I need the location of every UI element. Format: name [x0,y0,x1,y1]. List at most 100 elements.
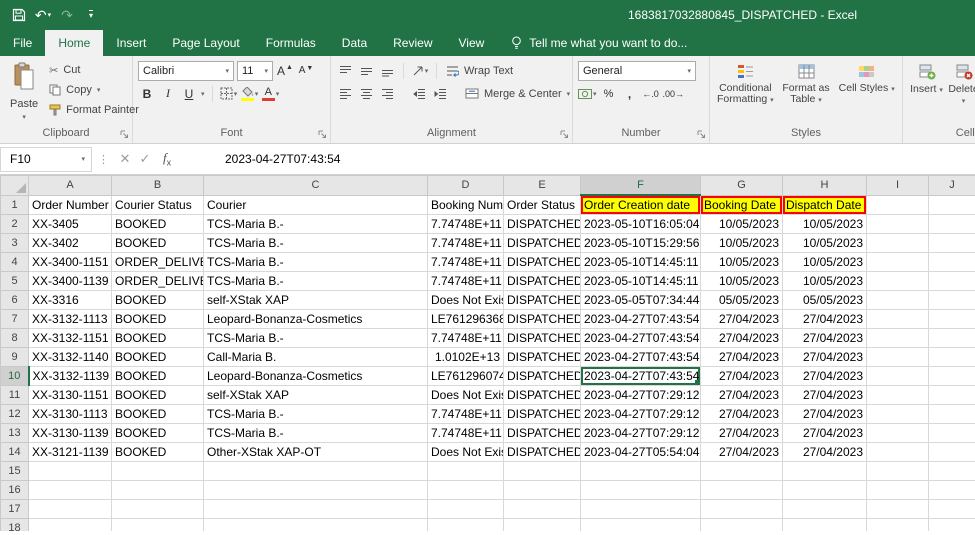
bottom-align-icon[interactable] [378,61,396,80]
cell-B13[interactable]: BOOKED [112,424,204,443]
cell-G13[interactable]: 27/04/2023 [701,424,783,443]
cell-A3[interactable]: XX-3402 [29,234,112,253]
cell-C9[interactable]: Call-Maria B. [204,348,428,367]
cell-G3[interactable]: 10/05/2023 [701,234,783,253]
cell-J2[interactable] [929,215,975,234]
save-icon[interactable] [10,4,28,26]
cell-E12[interactable]: DISPATCHED [504,405,581,424]
cell-A9[interactable]: XX-3132-1140 [29,348,112,367]
cell-G15[interactable] [701,462,783,481]
cell-A6[interactable]: XX-3316 [29,291,112,310]
cell-J9[interactable] [929,348,975,367]
cell-I13[interactable] [867,424,929,443]
customize-quick-access-icon[interactable]: ▾ [82,4,100,26]
alignment-dialog-launcher-icon[interactable] [560,130,569,139]
cell-B10[interactable]: BOOKED [112,367,204,386]
name-box[interactable]: F10 ▾ [0,147,92,172]
cell-B5[interactable]: ORDER_DELIVERED [112,272,204,291]
cell-C2[interactable]: TCS-Maria B.- [204,215,428,234]
tab-data[interactable]: Data [329,30,380,56]
cell-I12[interactable] [867,405,929,424]
cell-D13[interactable]: 7.74748E+11 [428,424,504,443]
cell-I7[interactable] [867,310,929,329]
cell-C15[interactable] [204,462,428,481]
decrease-font-size-button[interactable]: A▼ [297,61,315,80]
cell-H5[interactable]: 10/05/2023 [783,272,867,291]
cell-D7[interactable]: LE761296368 [428,310,504,329]
cell-A11[interactable]: XX-3130-1151 [29,386,112,405]
row-header-16[interactable]: 16 [1,481,29,500]
cell-J6[interactable] [929,291,975,310]
cell-I17[interactable] [867,500,929,519]
format-as-table-button[interactable]: Format as Table ▾ [776,59,837,126]
cell-B6[interactable]: BOOKED [112,291,204,310]
column-header-C[interactable]: C [204,176,428,196]
row-header-12[interactable]: 12 [1,405,29,424]
cell-G9[interactable]: 27/04/2023 [701,348,783,367]
cell-A10[interactable]: XX-3132-1139 [29,367,112,386]
cell-H7[interactable]: 27/04/2023 [783,310,867,329]
cell-D1[interactable]: Booking Number [428,195,504,215]
cell-J3[interactable] [929,234,975,253]
cell-A1[interactable]: Order Number [29,195,112,215]
cell-E11[interactable]: DISPATCHED [504,386,581,405]
cell-F14[interactable]: 2023-04-27T05:54:04 [581,443,701,462]
cell-E18[interactable] [504,519,581,532]
row-header-11[interactable]: 11 [1,386,29,405]
cell-B2[interactable]: BOOKED [112,215,204,234]
borders-button[interactable]: ▾ [220,84,238,103]
cell-D14[interactable]: Does Not Exist [428,443,504,462]
tab-view[interactable]: View [446,30,498,56]
cell-B16[interactable] [112,481,204,500]
cell-I4[interactable] [867,253,929,272]
cell-A5[interactable]: XX-3400-1139 [29,272,112,291]
cell-C4[interactable]: TCS-Maria B.- [204,253,428,272]
cell-A15[interactable] [29,462,112,481]
font-name-combo[interactable]: Calibri▾ [138,61,234,81]
cell-A18[interactable] [29,519,112,532]
cell-J8[interactable] [929,329,975,348]
accounting-format-button[interactable]: ▾ [578,84,597,103]
cell-B12[interactable]: BOOKED [112,405,204,424]
cell-J4[interactable] [929,253,975,272]
cell-E9[interactable]: DISPATCHED [504,348,581,367]
cell-C8[interactable]: TCS-Maria B.- [204,329,428,348]
percent-style-icon[interactable]: % [600,84,618,103]
name-box-dropdown-icon[interactable]: ▾ [81,155,85,163]
select-all-button[interactable] [1,176,29,196]
font-color-button[interactable]: A▾ [262,84,280,103]
cell-D12[interactable]: 7.74748E+11 [428,405,504,424]
formula-input[interactable]: 2023-04-27T07:43:54 [179,152,975,166]
cell-H4[interactable]: 10/05/2023 [783,253,867,272]
cell-I1[interactable] [867,195,929,215]
cell-F16[interactable] [581,481,701,500]
cell-H11[interactable]: 27/04/2023 [783,386,867,405]
font-size-combo[interactable]: 11▾ [237,61,273,81]
cell-J11[interactable] [929,386,975,405]
cell-C1[interactable]: Courier [204,195,428,215]
cell-G18[interactable] [701,519,783,532]
cell-G2[interactable]: 10/05/2023 [701,215,783,234]
cell-F7[interactable]: 2023-04-27T07:43:54 [581,310,701,329]
paste-button[interactable]: Paste▾ [5,59,43,126]
column-header-H[interactable]: H [783,176,867,196]
cell-C16[interactable] [204,481,428,500]
cell-E17[interactable] [504,500,581,519]
cell-C7[interactable]: Leopard-Bonanza-Cosmetics [204,310,428,329]
align-right-icon[interactable] [378,84,396,103]
cell-I15[interactable] [867,462,929,481]
cell-J16[interactable] [929,481,975,500]
cell-F2[interactable]: 2023-05-10T16:05:04 [581,215,701,234]
cell-I5[interactable] [867,272,929,291]
cell-J5[interactable] [929,272,975,291]
bold-button[interactable]: B [138,84,156,103]
cell-C13[interactable]: TCS-Maria B.- [204,424,428,443]
cell-F9[interactable]: 2023-04-27T07:43:54 [581,348,701,367]
cell-I18[interactable] [867,519,929,532]
cell-H13[interactable]: 27/04/2023 [783,424,867,443]
cell-F6[interactable]: 2023-05-05T07:34:44 [581,291,701,310]
cell-G8[interactable]: 27/04/2023 [701,329,783,348]
cell-D17[interactable] [428,500,504,519]
cell-E10[interactable]: DISPATCHED [504,367,581,386]
cell-D18[interactable] [428,519,504,532]
